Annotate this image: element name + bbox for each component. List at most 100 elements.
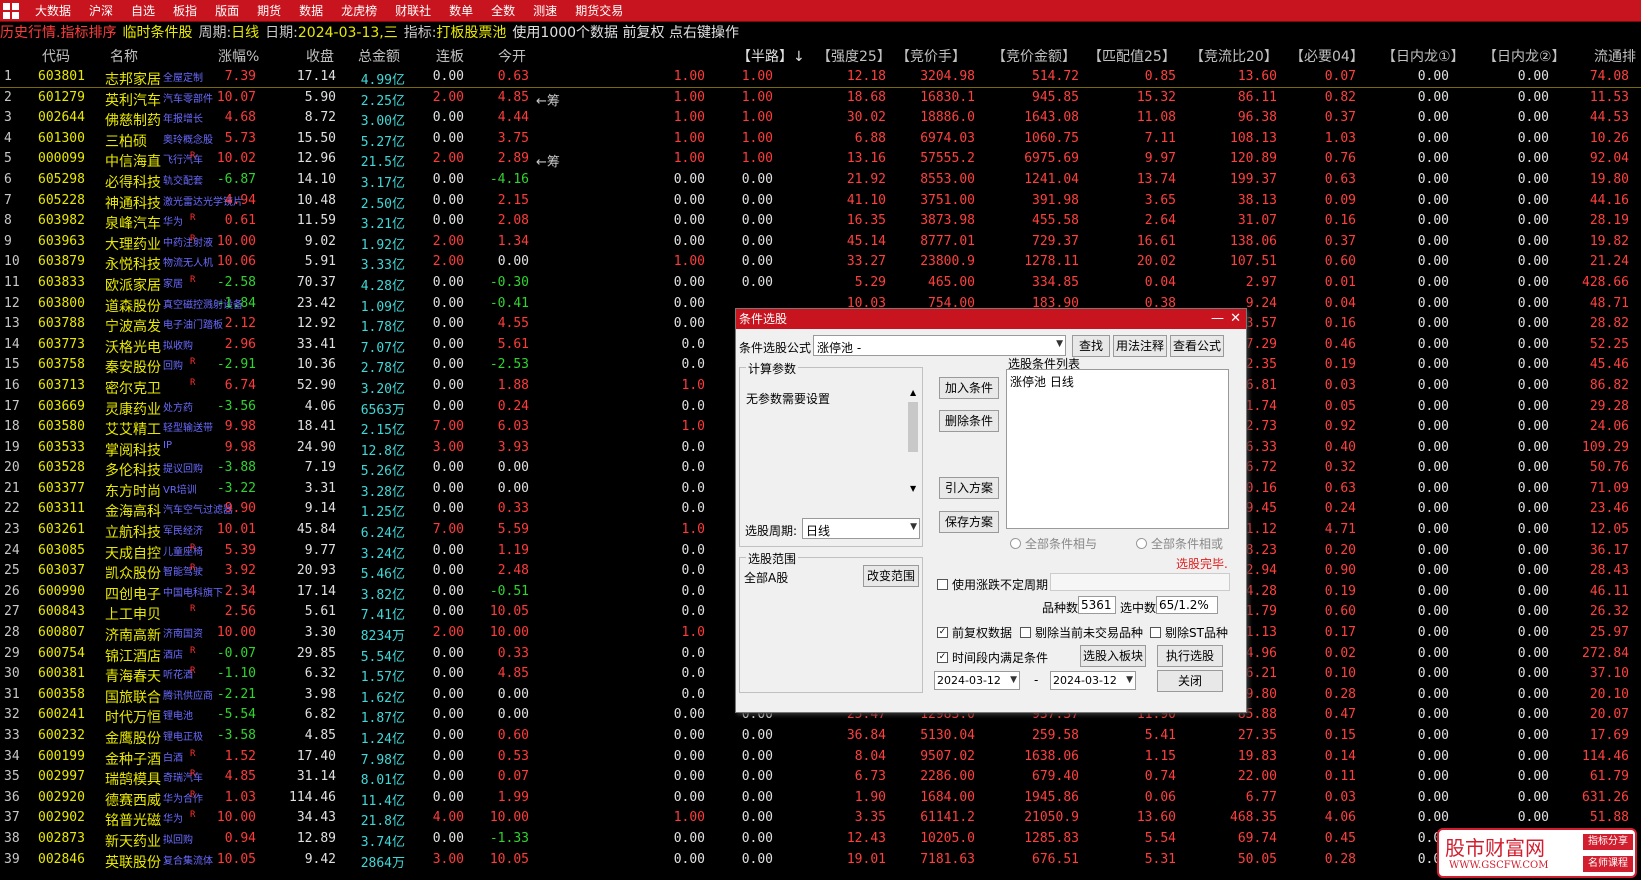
import-plan-button[interactable]: 引入方案 (939, 477, 999, 499)
menu-item[interactable]: 自选 (122, 0, 164, 22)
table-row[interactable]: 5 000099 中信海直 飞行汽车 R 10.02 12.96 21.5亿 2.00 2.89 ←… (0, 149, 1641, 170)
bid-ratio-value: 2.97 (1245, 274, 1277, 290)
menu-item[interactable]: 大数据 (26, 0, 80, 22)
radio-or[interactable]: 全部条件相或 (1136, 535, 1223, 552)
table-row[interactable]: 36 002920 德赛西威 华为合作 R 1.03 114.46 11.4亿 0.00 1.99… (0, 788, 1641, 809)
col-code[interactable]: 代码 (42, 46, 70, 66)
table-row[interactable]: 33 600232 金鹰股份 锂电正极 -3.58 4.85 1.24亿 0.00 0.60 0.… (0, 726, 1641, 747)
table-row[interactable]: 38 002873 新天药业 拟回购 0.94 12.89 3.74亿 0.00 -1.33 0.… (0, 829, 1641, 850)
table-row[interactable]: 6 605298 必得科技 轨交配套 -6.87 14.10 3.17亿 0.00 -4.16 0… (0, 170, 1641, 191)
col-float-rank[interactable]: 流通排 (1594, 46, 1636, 66)
view-formula-button[interactable]: 查看公式 (1170, 335, 1224, 357)
count-label: 品种数 (1042, 601, 1079, 615)
table-row[interactable]: 1 603801 志邦家居 全屋定制 7.39 17.14 4.99亿 0.00 0.63 1.0… (0, 67, 1641, 88)
halfway-value: 0.00 (673, 789, 705, 805)
menu-item[interactable]: 数据 (290, 0, 332, 22)
limit-days: 0.00 (432, 398, 464, 414)
table-row[interactable]: 8 603982 泉峰汽车 华为 R 0.61 11.59 3.21亿 0.00 2.08 0.00… (0, 211, 1641, 232)
menu-item[interactable]: 板指 (164, 0, 206, 22)
col-intraday-2[interactable]: 【日内龙②】 (1483, 46, 1566, 66)
save-plan-button[interactable]: 保存方案 (939, 511, 999, 533)
close-button[interactable]: 关闭 (1157, 670, 1223, 692)
radio-and[interactable]: 全部条件相与 (1010, 535, 1097, 552)
usage-button[interactable]: 用法注释 (1113, 335, 1167, 357)
menu-item[interactable]: 期货 (248, 0, 290, 22)
stock-code: 002846 (38, 851, 85, 867)
col-match[interactable]: 【匹配值25】 (1088, 46, 1176, 66)
open-pct: 0.00 (497, 254, 529, 270)
bid-volume-value: 5130.04 (920, 728, 975, 743)
col-required[interactable]: 【必要04】 (1290, 46, 1364, 66)
col-bid-amount[interactable]: 【竞价金额】 (992, 46, 1076, 66)
col-amount[interactable]: 总金额 (358, 46, 400, 66)
condition-list-item[interactable]: 涨停池 日线 (1010, 373, 1074, 390)
open-pct: 3.93 (497, 439, 529, 455)
run-selection-button[interactable]: 执行选股 (1157, 645, 1223, 667)
table-row[interactable]: 39 002846 英联股份 复合集流体 10.05 9.42 2864万 3.00 10.05… (0, 850, 1641, 871)
menu-item[interactable]: 版面 (206, 0, 248, 22)
close-icon[interactable]: ✕ (1230, 309, 1241, 329)
chevron-down-icon: ▼ (1010, 675, 1017, 685)
table-row[interactable]: 4 601300 三柏硕 奥玲概念股 5.73 15.50 5.27亿 0.00 3.75 1.0… (0, 129, 1641, 150)
halfway-value: 1.00 (673, 810, 705, 826)
dialog-titlebar[interactable]: 条件选股 — ✕ (736, 309, 1246, 329)
table-row[interactable]: 35 002997 瑞鹄模具 奇瑞汽车 R 4.85 31.14 8.01亿 0.00 0.07 0… (0, 767, 1641, 788)
required-value: 0.32 (1324, 460, 1356, 476)
menu-item[interactable]: 测速 (524, 0, 566, 22)
col-name[interactable]: 名称 (110, 46, 138, 66)
menu-item[interactable]: 龙虎榜 (332, 0, 386, 22)
period-condition-checkbox[interactable]: ✓ 时间段内满足条件 (937, 649, 1048, 666)
adjusted-data-checkbox[interactable]: ✓ 前复权数据 (937, 624, 1012, 641)
change-range-button[interactable]: 改变范围 (863, 565, 919, 587)
col-bid-volume[interactable]: 【竞价手】 (896, 46, 966, 66)
delete-condition-button[interactable]: 删除条件 (939, 410, 999, 432)
menu-item[interactable]: 沪深 (80, 0, 122, 22)
condition-list[interactable]: 涨停池 日线 (1006, 369, 1229, 529)
date-to-picker[interactable]: 2024-03-12 ▼ (1050, 671, 1136, 690)
irregular-period-field[interactable] (1050, 573, 1230, 591)
add-condition-button[interactable]: 加入条件 (939, 377, 999, 399)
table-row[interactable]: 9 603963 大理药业 中药注射液 R 10.00 9.02 1.92亿 2.00 1.34 0… (0, 232, 1641, 253)
intraday1-value: 0.00 (1417, 171, 1449, 187)
col-strength[interactable]: 【强度25】 (817, 46, 891, 66)
table-row[interactable]: 2 601279 英利汽车 汽车零部件 10.07 5.90 2.25亿 2.00 4.85 ←筹… (0, 88, 1641, 109)
col-limit-days[interactable]: 连板 (436, 46, 464, 66)
exclude-st-checkbox[interactable]: 剔除ST品种 (1150, 624, 1228, 641)
menu-item[interactable]: 财联社 (386, 0, 440, 22)
menu-item[interactable]: 全数 (482, 0, 524, 22)
close-price: 9.77 (304, 542, 336, 558)
intraday2-value: 0.00 (1517, 274, 1549, 290)
table-row[interactable]: 10 603879 永悦科技 物流无人机 10.06 5.91 3.33亿 2.00 0.00 1… (0, 252, 1641, 273)
add-to-block-button[interactable]: 选股入板块 (1080, 645, 1146, 667)
period-combo[interactable]: 日线 ▼ (802, 518, 920, 539)
stock-name: 时代万恒 (105, 710, 161, 727)
date-from-picker[interactable]: 2024-03-12 ▼ (934, 671, 1020, 690)
radio-icon (1010, 538, 1021, 549)
app-grid-icon[interactable] (2, 2, 20, 20)
irregular-period-checkbox[interactable]: 使用涨跌不定周期 (937, 576, 1048, 593)
minimize-icon[interactable]: — (1211, 309, 1224, 329)
table-row[interactable]: 34 600199 金种子酒 白酒 R 1.52 17.40 7.98亿 0.00 0.53 0.0… (0, 747, 1641, 768)
table-row[interactable]: 3 002644 佛慈制药 年报增长 4.68 8.72 3.00亿 0.00 4.44 1.00… (0, 108, 1641, 129)
find-button[interactable]: 查找 (1072, 335, 1110, 357)
exclude-untraded-checkbox[interactable]: 剔除当前未交易品种 (1020, 624, 1143, 641)
formula-combo[interactable]: 涨停池 - ▼ (813, 335, 1066, 356)
col-close[interactable]: 收盘 (306, 46, 334, 66)
concept-tag: 回购 (163, 361, 183, 373)
params-scrollbar[interactable]: ▲ ▼ (906, 388, 920, 498)
row-index: 26 (4, 583, 20, 599)
history-title[interactable]: 历史行情.指标排序 (0, 22, 116, 42)
col-change[interactable]: 涨幅% (218, 46, 259, 66)
table-row[interactable]: 37 002902 铭普光磁 华为 R 10.00 34.43 21.8亿 4.00 10.00 1… (0, 808, 1641, 829)
col-open[interactable]: 今开 (498, 46, 526, 66)
table-row[interactable]: 11 603833 欧派家居 家居 R -2.58 70.37 4.28亿 0.00 -0.30 0… (0, 273, 1641, 294)
col-bid-ratio[interactable]: 【竞流比20】 (1190, 46, 1278, 66)
open-pct: 0.33 (497, 501, 529, 517)
table-row[interactable]: 7 605228 神通科技 激光雷达光学镜片 4.94 10.48 2.50亿 0.00 2.1… (0, 191, 1641, 212)
menu-item[interactable]: 数单 (440, 0, 482, 22)
r-badge: R (190, 748, 196, 759)
col-halfway[interactable]: 【半路】↓ (737, 46, 805, 66)
col-intraday-1[interactable]: 【日内龙①】 (1382, 46, 1465, 66)
menu-item[interactable]: 期货交易 (566, 0, 632, 22)
bid-amount-value: 676.51 (1032, 851, 1079, 867)
